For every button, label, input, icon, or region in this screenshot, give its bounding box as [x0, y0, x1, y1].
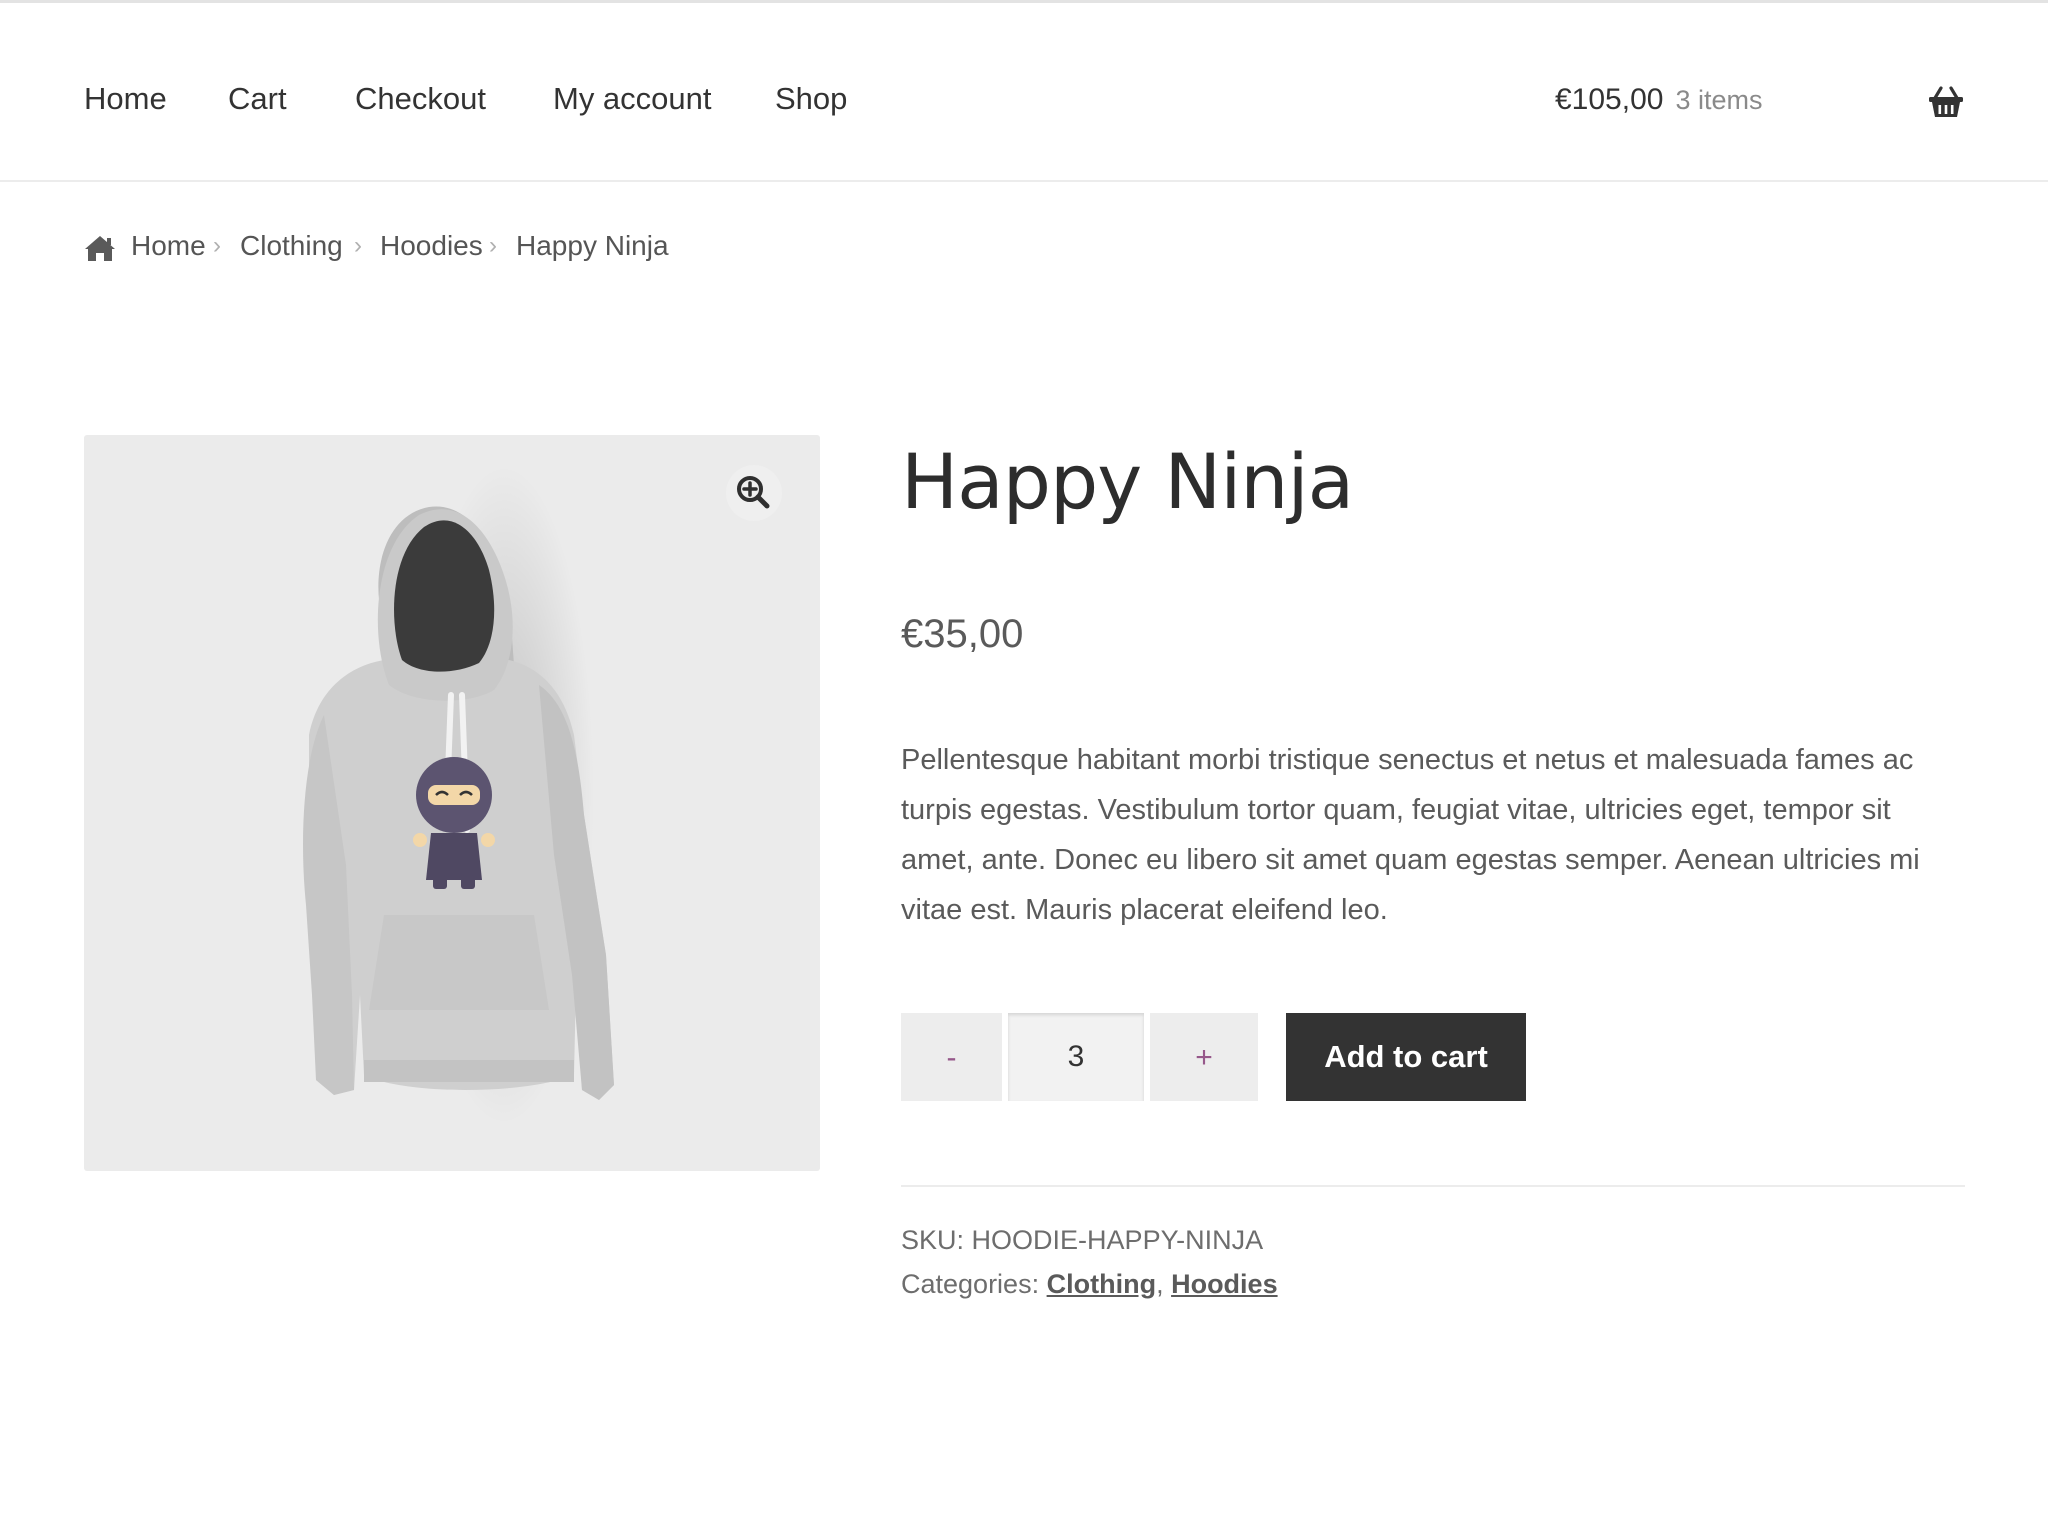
categories-label: Categories: [901, 1269, 1040, 1299]
basket-icon[interactable] [1928, 85, 1964, 119]
nav-item-my-account[interactable]: My account [553, 81, 712, 117]
product-meta: SKU: HOODIE-HAPPY-NINJA Categories: Clot… [901, 1218, 1278, 1306]
meta-divider [901, 1185, 1965, 1187]
breadcrumb-current: Happy Ninja [516, 230, 669, 261]
zoom-button[interactable] [726, 465, 782, 521]
product-price: €35,00 [901, 612, 1024, 656]
breadcrumb-separator: › [213, 232, 221, 259]
breadcrumb-clothing[interactable]: Clothing [240, 230, 343, 262]
nav-item-shop[interactable]: Shop [775, 81, 847, 117]
home-icon [85, 236, 115, 261]
nav-item-checkout[interactable]: Checkout [355, 81, 486, 117]
quantity-increase-button[interactable]: + [1150, 1013, 1258, 1101]
breadcrumb-home[interactable]: Home [131, 230, 206, 262]
product-image [303, 465, 614, 1125]
sku-label: SKU: [901, 1225, 965, 1255]
sku-value: HOODIE-HAPPY-NINJA [971, 1225, 1264, 1255]
breadcrumb-hoodies[interactable]: Hoodies [380, 230, 483, 262]
site-header: Home Cart Checkout My account Shop €105,… [0, 3, 2048, 182]
product-title: Happy Ninja [901, 437, 1354, 526]
cart-item-count: 3 items [1675, 85, 1763, 115]
quantity-decrease-button[interactable]: - [901, 1013, 1002, 1101]
category-link-clothing[interactable]: Clothing [1047, 1269, 1156, 1299]
product-description: Pellentesque habitant morbi tristique se… [901, 744, 1920, 926]
header-cart-summary[interactable]: €105,00 3 items [1555, 83, 1762, 117]
breadcrumb-separator: › [489, 232, 497, 259]
product-image-gallery[interactable] [84, 435, 820, 1171]
zoom-in-icon [737, 476, 770, 509]
cart-total: €105,00 [1555, 83, 1664, 116]
nav-item-home[interactable]: Home [84, 81, 167, 117]
breadcrumb-separator: › [354, 232, 362, 259]
quantity-input[interactable] [1008, 1013, 1144, 1101]
add-to-cart-button[interactable]: Add to cart [1286, 1013, 1526, 1101]
sku-row: SKU: HOODIE-HAPPY-NINJA [901, 1218, 1278, 1262]
categories-row: Categories: Clothing, Hoodies [901, 1269, 1278, 1299]
nav-item-cart[interactable]: Cart [228, 81, 287, 117]
category-link-hoodies[interactable]: Hoodies [1171, 1269, 1278, 1299]
